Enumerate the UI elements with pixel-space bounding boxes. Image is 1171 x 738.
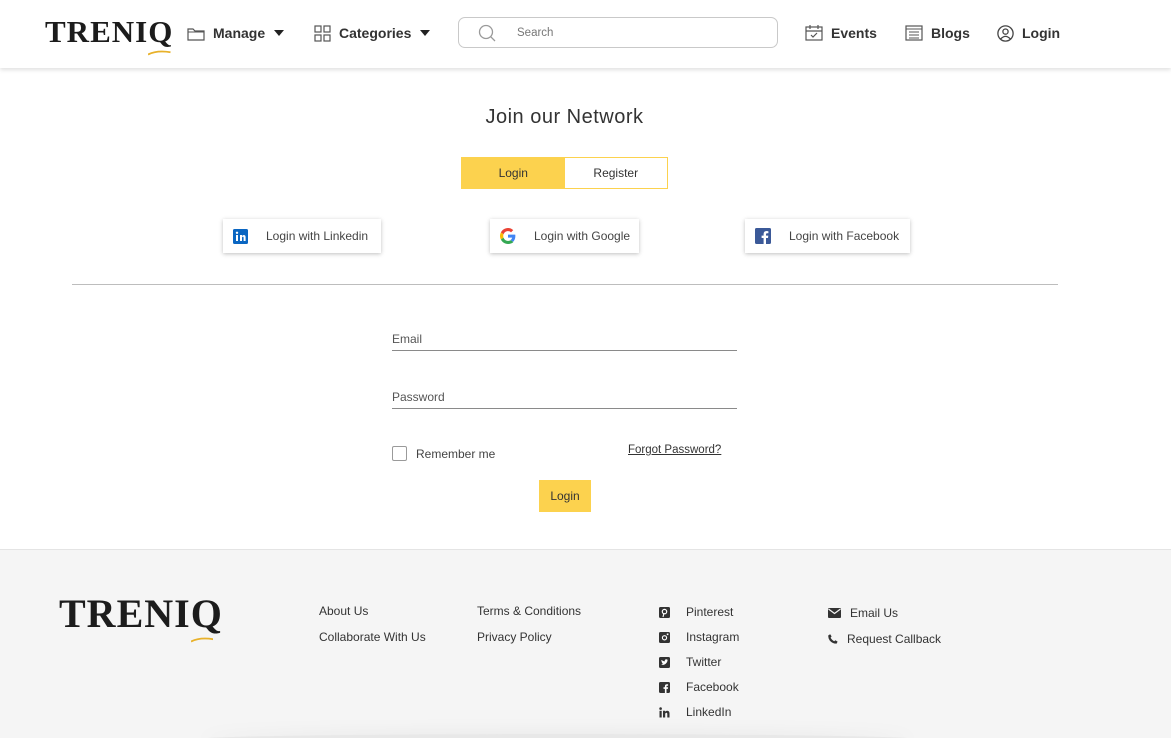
instagram-link[interactable]: Instagram <box>658 630 739 644</box>
linkedin-login-label: Login with Linkedin <box>266 229 369 243</box>
facebook-login-button[interactable]: Login with Facebook <box>745 219 910 253</box>
request-callback-link[interactable]: Request Callback <box>828 632 941 646</box>
brand-logo[interactable]: TRENIQ <box>45 14 174 56</box>
email-field[interactable] <box>392 329 737 351</box>
password-field[interactable] <box>392 387 737 409</box>
tab-register[interactable]: Register <box>565 158 668 188</box>
pinterest-label: Pinterest <box>686 605 734 619</box>
about-us-link[interactable]: About Us <box>319 604 368 618</box>
google-login-label: Login with Google <box>534 229 631 243</box>
nav-manage-label: Manage <box>213 25 266 41</box>
forgot-password-link[interactable]: Forgot Password? <box>628 444 721 456</box>
pinterest-link[interactable]: Pinterest <box>658 605 733 619</box>
linkedin-icon <box>233 228 248 244</box>
search-input[interactable] <box>517 24 757 42</box>
footer-logo-text: TRENI <box>59 591 191 636</box>
nav-login[interactable]: Login <box>997 22 1060 44</box>
linkedin-login-button[interactable]: Login with Linkedin <box>223 219 381 253</box>
calendar-icon <box>805 25 823 41</box>
envelope-icon <box>828 608 841 618</box>
password-input[interactable] <box>392 387 737 407</box>
section-divider <box>72 284 1058 285</box>
collaborate-link[interactable]: Collaborate With Us <box>319 630 426 644</box>
user-circle-icon <box>997 24 1014 42</box>
instagram-label: Instagram <box>686 630 740 644</box>
nav-login-label: Login <box>1022 25 1061 41</box>
logo-swoosh-icon <box>148 50 171 56</box>
email-input[interactable] <box>392 329 737 349</box>
facebook-label: Facebook <box>686 680 739 694</box>
nav-blogs-label: Blogs <box>931 25 970 41</box>
site-footer: TRENIQ About Us Collaborate With Us Term… <box>0 549 1171 738</box>
logo-text: TRENI <box>45 14 149 49</box>
newspaper-icon <box>905 25 923 41</box>
google-login-button[interactable]: Login with Google <box>490 219 639 253</box>
linkedin-link[interactable]: LinkedIn <box>658 705 731 719</box>
pinterest-icon <box>658 606 670 618</box>
footer-logo[interactable]: TRENIQ <box>59 590 223 643</box>
facebook-link[interactable]: Facebook <box>658 680 739 694</box>
caret-down-icon <box>274 30 285 36</box>
footer-logo-q: Q <box>190 591 223 636</box>
facebook-icon <box>755 228 771 244</box>
nav-manage[interactable]: Manage <box>187 22 285 44</box>
search-icon <box>478 24 496 42</box>
email-us-label: Email Us <box>850 606 899 620</box>
nav-events-label: Events <box>831 25 877 41</box>
phone-icon <box>828 634 838 644</box>
remember-label: Remember me <box>416 446 496 461</box>
linkedin-label: LinkedIn <box>686 705 732 719</box>
login-submit-button[interactable]: Login <box>539 480 591 512</box>
privacy-link[interactable]: Privacy Policy <box>477 630 552 644</box>
nav-events[interactable]: Events <box>805 22 877 44</box>
folder-icon <box>187 27 205 41</box>
twitter-label: Twitter <box>686 655 722 669</box>
page-title: Join our Network <box>485 106 644 128</box>
email-us-link[interactable]: Email Us <box>828 606 898 620</box>
linkedin-small-icon <box>658 706 670 718</box>
remember-checkbox[interactable] <box>392 446 407 461</box>
instagram-icon <box>658 631 670 643</box>
grid-icon <box>314 24 331 42</box>
logo-swoosh-icon <box>190 637 214 643</box>
google-icon <box>500 228 516 244</box>
terms-link[interactable]: Terms & Conditions <box>477 604 581 618</box>
facebook-square-icon <box>658 681 670 693</box>
facebook-login-label: Login with Facebook <box>789 229 900 243</box>
remember-me[interactable]: Remember me <box>392 446 495 461</box>
twitter-icon <box>658 656 670 668</box>
request-callback-label: Request Callback <box>847 632 942 646</box>
nav-categories-label: Categories <box>339 25 412 41</box>
tab-login[interactable]: Login <box>462 158 565 188</box>
nav-blogs[interactable]: Blogs <box>905 22 970 44</box>
caret-down-icon <box>420 30 431 36</box>
search-box[interactable] <box>458 17 778 48</box>
nav-categories[interactable]: Categories <box>314 22 431 44</box>
auth-tabs: Login Register <box>461 157 668 189</box>
footer-shadow <box>200 734 915 738</box>
logo-q: Q <box>148 14 174 49</box>
top-navbar: TRENIQ Manage Categories Events Blogs Lo… <box>0 0 1171 68</box>
twitter-link[interactable]: Twitter <box>658 655 721 669</box>
